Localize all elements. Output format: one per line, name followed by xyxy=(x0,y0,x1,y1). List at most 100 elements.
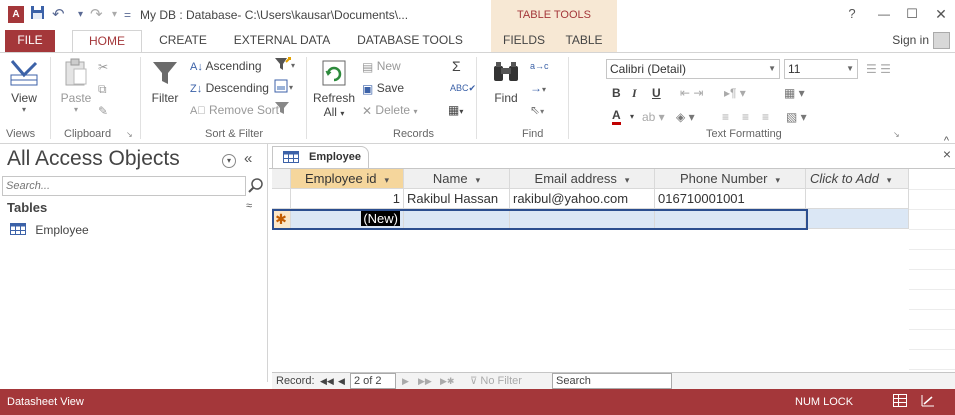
column-header-email-address[interactable]: Email address ▾ xyxy=(510,169,655,189)
totals-icon[interactable]: Σ xyxy=(452,56,461,76)
shutter-bar-collapse-icon[interactable]: « xyxy=(244,150,252,167)
font-color-button[interactable]: A xyxy=(612,107,621,125)
cell-new-name[interactable] xyxy=(404,209,510,229)
tab-table[interactable]: TABLE xyxy=(556,30,612,52)
last-record-icon[interactable]: ▶▶ xyxy=(418,374,432,389)
paste-button[interactable]: Paste ▾ xyxy=(56,57,96,114)
tab-database-tools[interactable]: DATABASE TOOLS xyxy=(350,30,470,52)
align-left-icon[interactable]: ≡ xyxy=(722,107,729,127)
font-family-select[interactable]: Calibri (Detail) ▼ xyxy=(606,59,780,79)
customize-qat-icon[interactable]: = xyxy=(124,5,131,25)
next-record-icon[interactable]: ▶ xyxy=(402,374,409,389)
nav-search-input[interactable] xyxy=(2,176,246,196)
nav-group-tables[interactable]: Tables xyxy=(7,200,47,215)
toggle-filter-icon[interactable] xyxy=(274,100,290,120)
background-color-icon[interactable]: ◈ ▾ xyxy=(676,107,695,127)
column-header-click-to-add[interactable]: Click to Add ▾ xyxy=(806,169,909,189)
filter-button[interactable]: Filter xyxy=(146,57,184,105)
align-center-icon[interactable]: ≡ xyxy=(742,107,749,127)
close-document-icon[interactable]: × xyxy=(943,146,951,162)
new-record-button[interactable]: ▤ New xyxy=(362,56,401,76)
tab-create[interactable]: CREATE xyxy=(150,30,216,52)
record-search-input[interactable]: Search xyxy=(552,373,672,389)
tab-fields[interactable]: FIELDS xyxy=(496,30,552,52)
more-records-icon[interactable]: ▦▾ xyxy=(448,100,463,120)
tab-home[interactable]: HOME xyxy=(72,30,142,53)
refresh-icon xyxy=(318,57,350,89)
spelling-icon[interactable]: ABC✔ xyxy=(450,78,476,98)
cell-phone[interactable]: 016710001001 xyxy=(655,189,806,209)
view-button[interactable]: View ▾ xyxy=(4,57,44,114)
nav-item-employee[interactable]: Employee xyxy=(10,223,89,241)
cell-new-email[interactable] xyxy=(510,209,655,229)
collapse-group-icon[interactable]: ≈ xyxy=(246,200,252,212)
first-record-icon[interactable]: ◀◀ xyxy=(320,374,334,389)
copy-icon[interactable]: ⧉ xyxy=(98,79,107,99)
highlight-color-icon[interactable]: ab ▾ xyxy=(642,107,665,127)
selection-filter-icon[interactable]: ▾ xyxy=(274,56,296,76)
refresh-all-button[interactable]: Refresh All ▾ xyxy=(312,57,356,119)
cell-email[interactable]: rakibul@yahoo.com xyxy=(510,189,655,209)
redo-dropdown-icon[interactable]: ▾ xyxy=(112,5,117,25)
gridlines-icon[interactable]: ▦ ▾ xyxy=(784,83,805,103)
sort-ascending-button[interactable]: A↓ Ascending xyxy=(190,56,262,76)
text-formatting-launcher-icon[interactable]: ↘ xyxy=(893,130,902,139)
select-icon[interactable]: ⇖▾ xyxy=(530,100,544,120)
cell-add[interactable] xyxy=(806,189,909,209)
column-header-name[interactable]: Name ▾ xyxy=(404,169,510,189)
sort-descending-button[interactable]: Z↓ Descending xyxy=(190,78,269,98)
italic-button[interactable]: I xyxy=(632,83,637,103)
advanced-filter-icon[interactable]: ▾ xyxy=(274,78,296,98)
help-button[interactable]: ? xyxy=(840,4,864,24)
save-icon[interactable] xyxy=(30,5,45,25)
remove-sort-button[interactable]: A⃥ Remove Sort xyxy=(190,100,279,120)
clipboard-launcher-icon[interactable]: ↘ xyxy=(126,130,135,139)
format-painter-icon[interactable]: ✎ xyxy=(98,101,108,121)
close-button[interactable]: ✕ xyxy=(929,4,953,24)
paragraph-direction-icon[interactable]: ▸¶ ▾ xyxy=(724,83,746,103)
document-tab-employee[interactable]: Employee xyxy=(272,146,369,168)
alternate-row-color-icon[interactable]: ▧ ▾ xyxy=(786,107,807,127)
undo-dropdown-icon[interactable]: ▾ xyxy=(78,5,83,25)
bullets-icon[interactable]: ☰ ☰ xyxy=(866,59,891,79)
indent-icon[interactable]: ⇤ ⇥ xyxy=(680,83,703,103)
font-size-select[interactable]: 11 ▼ xyxy=(784,59,858,79)
cell-new-add[interactable] xyxy=(806,209,909,229)
datasheet-view-icon[interactable] xyxy=(893,394,909,408)
save-record-button[interactable]: ▣ Save xyxy=(362,78,404,98)
nav-pane-title[interactable]: All Access Objects xyxy=(7,147,180,171)
design-view-icon[interactable] xyxy=(921,394,937,408)
align-right-icon[interactable]: ≡ xyxy=(762,107,769,127)
cut-icon[interactable]: ✂ xyxy=(98,57,108,77)
cell-employee-id[interactable]: 1 xyxy=(291,189,404,209)
previous-record-icon[interactable]: ◀ xyxy=(338,374,345,389)
tab-external-data[interactable]: EXTERNAL DATA xyxy=(225,30,339,52)
underline-button[interactable]: U xyxy=(652,83,661,103)
user-avatar[interactable] xyxy=(933,32,950,49)
nav-menu-icon[interactable]: ▾ xyxy=(222,154,236,168)
find-button[interactable]: Find xyxy=(484,57,528,105)
sign-in-link[interactable]: Sign in xyxy=(892,33,929,47)
cell-new-employee-id[interactable]: (New) xyxy=(291,209,404,229)
new-blank-record-icon[interactable]: ▶✱ xyxy=(440,374,454,389)
undo-icon[interactable]: ↶ xyxy=(52,5,65,25)
current-record-input[interactable]: 2 of 2 xyxy=(350,373,396,389)
cell-name[interactable]: Rakibul Hassan xyxy=(404,189,510,209)
minimize-button[interactable]: — xyxy=(872,4,896,24)
bold-button[interactable]: B xyxy=(612,83,621,103)
font-color-dropdown-icon[interactable]: ▾ xyxy=(630,107,634,127)
delete-record-button[interactable]: ✕ Delete ▾ xyxy=(362,100,417,120)
select-all-cell[interactable] xyxy=(272,169,291,189)
search-icon[interactable] xyxy=(246,176,266,196)
restore-button[interactable]: ☐ xyxy=(900,4,924,24)
no-filter-button[interactable]: ⊽ No Filter xyxy=(470,374,522,389)
tab-file[interactable]: FILE xyxy=(5,30,55,52)
redo-icon[interactable]: ↷ xyxy=(90,5,103,25)
column-header-phone-number[interactable]: Phone Number ▾ xyxy=(655,169,806,189)
row-selector[interactable] xyxy=(272,189,291,209)
replace-icon[interactable]: a→c xyxy=(530,56,549,76)
column-header-employee-id[interactable]: Employee id ▾ xyxy=(291,169,404,189)
cell-new-phone[interactable] xyxy=(655,209,806,229)
go-to-icon[interactable]: →▾ xyxy=(530,78,546,98)
new-record-marker-icon[interactable]: ✱ xyxy=(272,209,291,229)
